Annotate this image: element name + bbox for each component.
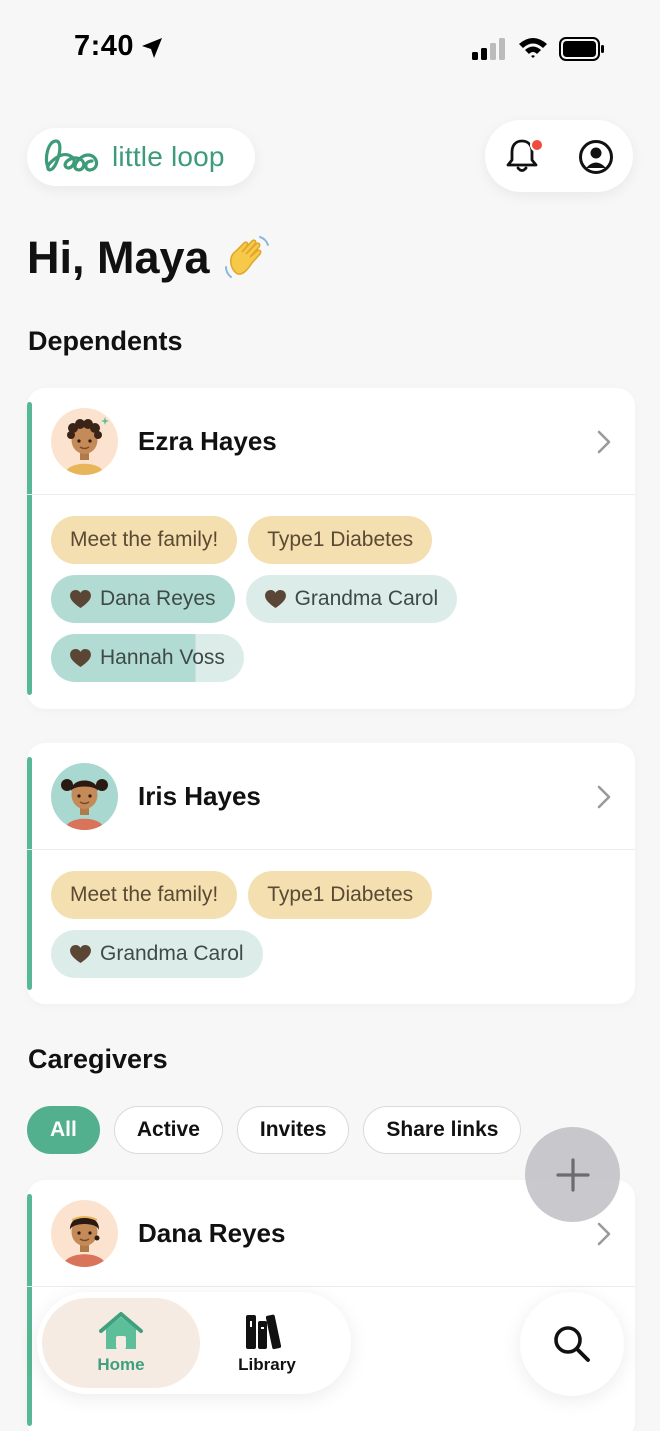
caregiver-chip[interactable]: Grandma Carol xyxy=(51,930,263,978)
search-button[interactable] xyxy=(520,1292,624,1396)
nav-library[interactable]: Library xyxy=(207,1298,327,1388)
signal-icon xyxy=(472,38,505,60)
home-icon xyxy=(99,1312,143,1349)
tag-meet-family[interactable]: Meet the family! xyxy=(51,871,238,919)
filter-all[interactable]: All xyxy=(27,1106,100,1154)
chevron-right-icon[interactable] xyxy=(597,1222,611,1246)
nav-library-label: Library xyxy=(238,1355,296,1374)
wifi-icon xyxy=(519,38,547,58)
dependent-card[interactable]: Ezra Hayes Meet the family! Type1 Diabet… xyxy=(27,388,635,709)
card-header[interactable]: Ezra Hayes xyxy=(27,388,635,495)
notification-badge xyxy=(530,138,544,152)
dependent-name: Iris Hayes xyxy=(138,781,261,811)
caregiver-name: Dana Reyes xyxy=(138,1218,286,1248)
bottom-nav: Home Library xyxy=(37,1292,351,1394)
loop-logo-icon xyxy=(44,139,99,172)
plus-icon xyxy=(555,1157,590,1192)
battery-icon xyxy=(559,37,604,61)
avatar xyxy=(51,408,118,475)
tag-meet-family[interactable]: Meet the family! xyxy=(51,516,238,564)
caregivers-title: Caregivers xyxy=(28,1044,168,1074)
caregiver-chip-label: Grandma Carol xyxy=(294,587,439,610)
account-icon[interactable] xyxy=(578,139,614,175)
card-header[interactable]: Iris Hayes xyxy=(27,743,635,850)
greeting-text: Hi, Maya xyxy=(27,232,210,283)
dependent-name: Ezra Hayes xyxy=(138,426,277,456)
caregiver-chip[interactable]: Grandma Carol xyxy=(245,575,458,623)
avatar xyxy=(51,1200,118,1267)
library-icon xyxy=(246,1314,282,1350)
caregiver-chip-label: Dana Reyes xyxy=(100,587,216,610)
greeting: Hi, Maya xyxy=(27,232,272,284)
avatar xyxy=(51,763,118,830)
filter-share-links[interactable]: Share links xyxy=(363,1106,522,1154)
caregiver-chip[interactable]: Dana Reyes xyxy=(51,575,235,623)
filter-active[interactable]: Active xyxy=(113,1106,223,1154)
app-logo: little loop xyxy=(27,128,255,186)
nav-home-label: Home xyxy=(97,1355,145,1374)
filter-invites[interactable]: Invites xyxy=(236,1106,350,1154)
location-arrow-icon xyxy=(142,38,162,58)
waving-hand-icon xyxy=(224,236,269,278)
header-actions xyxy=(485,120,633,192)
tag-condition[interactable]: Type1 Diabetes xyxy=(248,516,433,564)
heart-icon xyxy=(70,944,91,963)
heart-icon xyxy=(70,589,91,608)
status-time: 7:40 xyxy=(74,30,135,62)
logo-text: little loop xyxy=(112,141,225,172)
heart-icon xyxy=(70,648,91,667)
caregiver-filters: All Active Invites Share links xyxy=(27,1106,522,1154)
tag-condition[interactable]: Type1 Diabetes xyxy=(248,871,433,919)
status-bar: 7:40 xyxy=(0,0,660,96)
caregiver-chip-label: Grandma Carol xyxy=(100,942,244,965)
heart-icon xyxy=(264,589,286,608)
add-button[interactable] xyxy=(525,1127,620,1222)
dependent-card[interactable]: Iris Hayes Meet the family! Type1 Diabet… xyxy=(27,743,635,1004)
dependents-title: Dependents xyxy=(28,326,183,356)
tag-list: Meet the family! Type1 Diabetes Dana Rey… xyxy=(27,495,635,682)
nav-home[interactable]: Home xyxy=(42,1298,200,1388)
caregiver-chip[interactable]: Hannah Voss xyxy=(51,634,244,682)
caregiver-chip-label: Hannah Voss xyxy=(100,646,225,669)
chevron-right-icon[interactable] xyxy=(597,785,611,809)
chevron-right-icon[interactable] xyxy=(597,430,611,454)
search-icon xyxy=(554,1326,590,1362)
tag-list: Meet the family! Type1 Diabetes Grandma … xyxy=(27,850,635,978)
